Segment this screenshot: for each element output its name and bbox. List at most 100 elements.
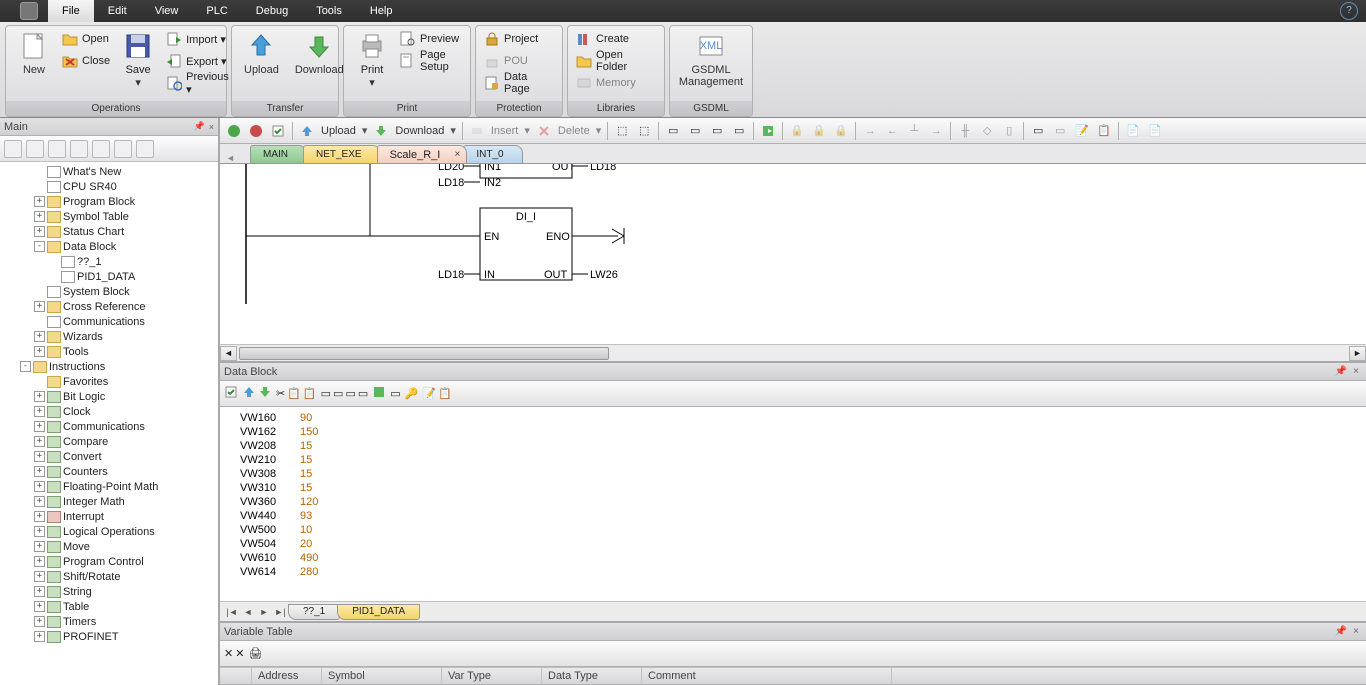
upload-arrow-icon[interactable] <box>297 121 317 141</box>
tb-8[interactable]: 🔒 <box>787 121 807 141</box>
gsdml-button[interactable]: XMLGSDML Management <box>673 28 749 90</box>
expand-icon[interactable]: + <box>34 526 45 537</box>
tab-close-icon[interactable]: × <box>455 149 461 160</box>
view-icon-2[interactable] <box>26 140 44 158</box>
tb-16[interactable]: ◇ <box>977 121 997 141</box>
tb-15[interactable]: ╫ <box>955 121 975 141</box>
vt-tb-2[interactable]: ✕ <box>235 647 244 660</box>
download-button[interactable]: Download <box>289 28 350 78</box>
tab-main[interactable]: MAIN <box>250 145 307 163</box>
pin-icon[interactable]: 📌 <box>1332 366 1350 377</box>
tree-node[interactable]: +Program Block <box>0 194 218 209</box>
vt-col-datatype[interactable]: Data Type <box>542 667 642 685</box>
tb-13[interactable]: ┴ <box>904 121 924 141</box>
tree-node[interactable]: +String <box>0 584 218 599</box>
view-icon-3[interactable] <box>48 140 66 158</box>
db-nav-first[interactable]: |◄ <box>224 607 240 617</box>
menu-help[interactable]: Help <box>356 0 407 22</box>
tree-node[interactable]: +Symbol Table <box>0 209 218 224</box>
tree-node[interactable]: +Wizards <box>0 329 218 344</box>
data-page-button[interactable]: Data Page <box>482 72 556 94</box>
db-tb-e[interactable]: ▭ <box>390 387 400 400</box>
data-block-row[interactable]: VW16090 <box>240 411 1346 425</box>
view-icon-1[interactable] <box>4 140 22 158</box>
db-tb-c[interactable]: ▭ <box>345 387 355 400</box>
project-button[interactable]: Project <box>482 28 556 50</box>
db-nav-next[interactable]: ► <box>256 607 272 617</box>
db-tb-a[interactable]: ▭ <box>321 387 331 400</box>
tree-node[interactable]: +Floating-Point Math <box>0 479 218 494</box>
vt-col-address[interactable]: Address <box>252 667 322 685</box>
insert-icon[interactable] <box>467 121 487 141</box>
view-icon-7[interactable] <box>136 140 154 158</box>
expand-icon[interactable]: + <box>34 511 45 522</box>
tb-21[interactable]: 📋 <box>1094 121 1114 141</box>
tree-node[interactable]: +Communications <box>0 419 218 434</box>
expand-icon[interactable]: + <box>34 406 45 417</box>
expand-icon[interactable]: + <box>34 631 45 642</box>
vt-col-symbol[interactable]: Symbol <box>322 667 442 685</box>
db-tb-f[interactable]: 🔑 <box>405 387 419 400</box>
expand-icon[interactable]: + <box>34 421 45 432</box>
expand-icon[interactable]: + <box>34 436 45 447</box>
print-button[interactable]: Print▾ <box>350 28 394 91</box>
db-tb-h[interactable]: 📋 <box>438 387 452 400</box>
run-icon[interactable] <box>224 121 244 141</box>
tab-int-0[interactable]: INT_0 <box>463 145 522 163</box>
pin-icon[interactable]: 📌 <box>1332 626 1350 637</box>
tb-12[interactable]: ← <box>882 121 902 141</box>
data-block-row[interactable]: VW31015 <box>240 481 1346 495</box>
pou-button[interactable]: POU <box>482 50 556 72</box>
pin-icon[interactable]: 📌 <box>194 121 205 132</box>
tree-node[interactable]: +Interrupt <box>0 509 218 524</box>
data-block-row[interactable]: VW30815 <box>240 467 1346 481</box>
data-block-row[interactable]: VW50010 <box>240 523 1346 537</box>
expand-icon[interactable]: + <box>34 601 45 612</box>
tb-5[interactable]: ▭ <box>707 121 727 141</box>
data-block-row[interactable]: VW614280 <box>240 565 1346 579</box>
db-tb-d[interactable]: ▭ <box>358 387 368 400</box>
tree-node[interactable]: Favorites <box>0 374 218 389</box>
data-block-row[interactable]: VW162150 <box>240 425 1346 439</box>
tb-11[interactable]: → <box>860 121 880 141</box>
expand-icon[interactable]: + <box>34 496 45 507</box>
tb-22[interactable]: 📄 <box>1123 121 1143 141</box>
db-go-icon[interactable] <box>372 385 386 402</box>
expand-icon[interactable]: + <box>34 226 45 237</box>
tree-node[interactable]: +Move <box>0 539 218 554</box>
canvas-scroll[interactable]: ◄ ► <box>220 344 1366 361</box>
db-tab-2[interactable]: PID1_DATA <box>337 604 420 620</box>
tree-node[interactable]: +Cross Reference <box>0 299 218 314</box>
close-panel-icon[interactable]: × <box>1350 626 1362 637</box>
tree-node[interactable]: +Bit Logic <box>0 389 218 404</box>
upload-text[interactable]: Upload <box>319 125 358 137</box>
expand-icon[interactable]: + <box>34 391 45 402</box>
db-tab-1[interactable]: ??_1 <box>288 604 340 620</box>
db-down-icon[interactable] <box>258 385 272 402</box>
tree-node[interactable]: +Timers <box>0 614 218 629</box>
tree-node[interactable]: +Integer Math <box>0 494 218 509</box>
menu-file[interactable]: File <box>48 0 94 22</box>
stop-icon[interactable] <box>246 121 266 141</box>
expand-icon[interactable]: + <box>34 346 45 357</box>
expand-icon[interactable]: + <box>34 556 45 567</box>
tb-10[interactable]: 🔒 <box>831 121 851 141</box>
data-block-row[interactable]: VW50420 <box>240 537 1346 551</box>
expand-icon[interactable]: + <box>34 211 45 222</box>
data-block-row[interactable]: VW44093 <box>240 509 1346 523</box>
download-text[interactable]: Download <box>393 125 446 137</box>
close-panel-icon[interactable]: × <box>1350 366 1362 377</box>
tree-node[interactable]: -Instructions <box>0 359 218 374</box>
expand-icon[interactable]: + <box>34 481 45 492</box>
expand-icon[interactable]: - <box>34 241 45 252</box>
tb-4[interactable]: ▭ <box>685 121 705 141</box>
tree-node[interactable]: Communications <box>0 314 218 329</box>
close-panel-icon[interactable]: × <box>209 122 214 132</box>
data-block-row[interactable]: VW360120 <box>240 495 1346 509</box>
tb-23[interactable]: 📄 <box>1145 121 1165 141</box>
tree-node[interactable]: ??_1 <box>0 254 218 269</box>
data-block-row[interactable]: VW20815 <box>240 439 1346 453</box>
tab-scale-r-i[interactable]: Scale_R_I× <box>377 145 468 163</box>
menu-debug[interactable]: Debug <box>242 0 302 22</box>
tb-1[interactable]: ⬚ <box>612 121 632 141</box>
